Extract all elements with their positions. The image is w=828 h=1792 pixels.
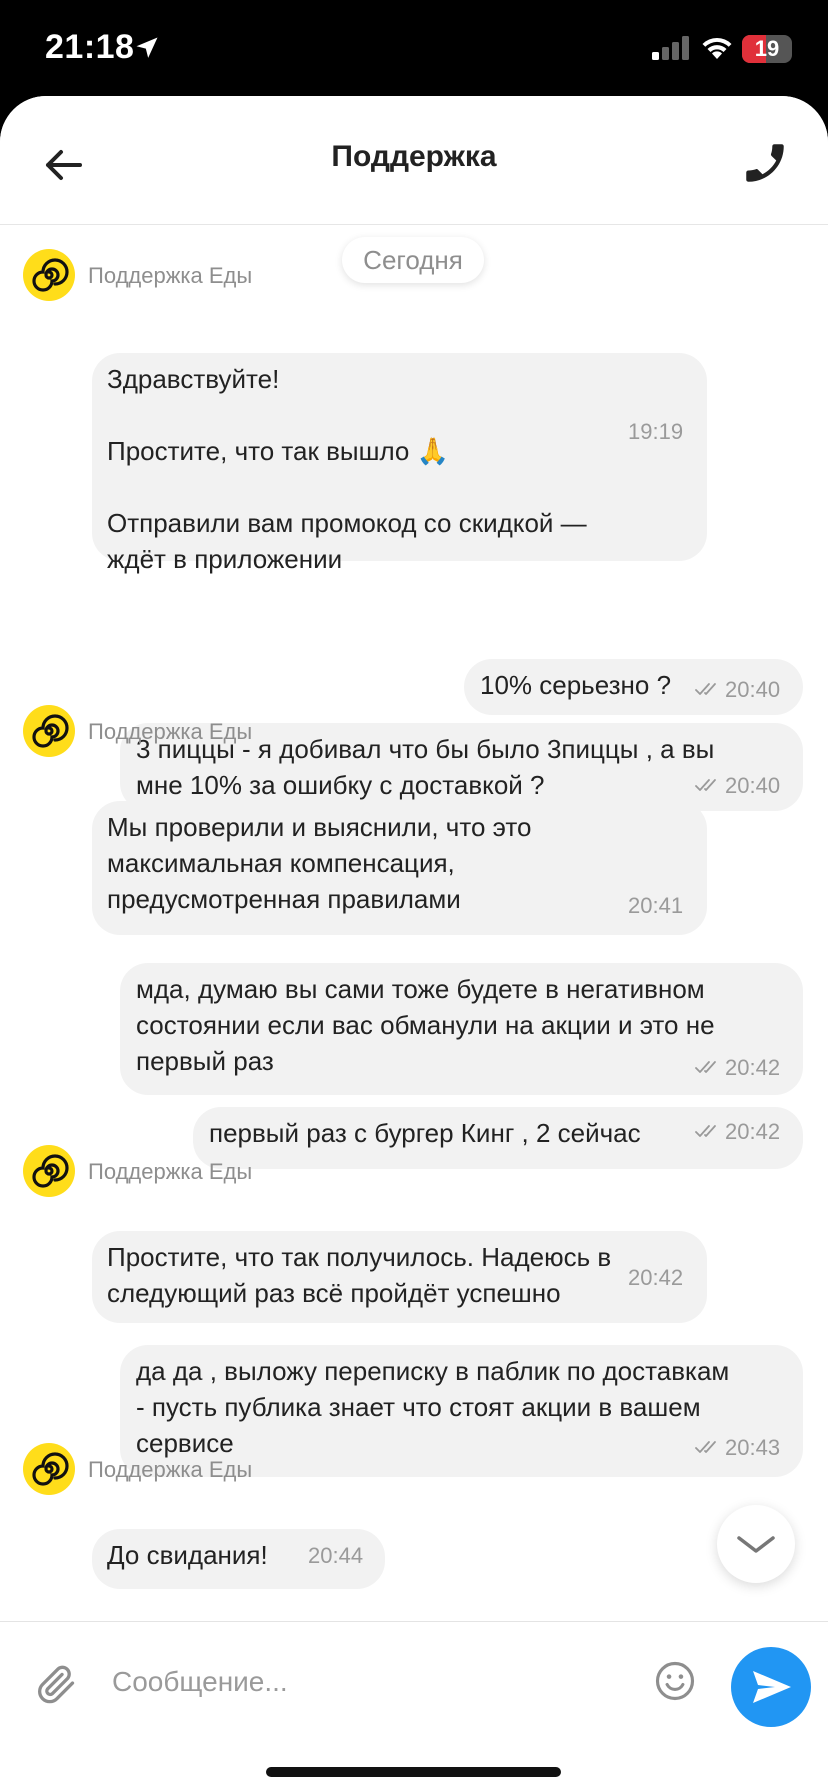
message-time: 20:40 [725,677,781,702]
chat-header: Поддержка [0,96,828,225]
page-title: Поддержка [331,140,497,173]
incoming-message[interactable]: Здравствуйте! Простите, что так вышло 🙏 … [92,353,707,574]
phone-icon[interactable] [740,138,790,188]
outgoing-message[interactable]: мда, думаю вы сами тоже будете в негатив… [120,963,803,1095]
paperclip-icon[interactable] [34,1662,78,1706]
message-input[interactable] [110,1658,634,1706]
double-check-icon [695,1061,716,1073]
double-check-icon [695,1125,716,1137]
spiral-logo-icon [32,714,69,748]
wifi-icon [702,37,732,59]
avatar [23,705,75,757]
message-time: 20:40 [725,773,781,798]
send-button[interactable] [731,1647,811,1727]
app-screen: Поддержка Сегодня Поддержка Еды Здравству… [0,96,828,1792]
spiral-logo-icon [32,1154,69,1188]
message-text: Мы проверили и выяснили, что это максима… [107,812,532,914]
battery-level: 19 [754,36,780,61]
sender-name: Поддержка Еды [88,1159,253,1184]
message-time: 20:41 [628,893,684,918]
message-time: 20:42 [628,1265,684,1290]
send-icon [753,1671,791,1703]
sender-name: Поддержка Еды [88,263,253,288]
scroll-down-button[interactable] [717,1505,795,1583]
message-time: 20:44 [308,1543,364,1568]
double-check-icon [695,1441,716,1453]
smiley-icon[interactable] [654,1660,696,1702]
home-indicator [266,1767,561,1777]
incoming-message[interactable]: Простите, что так получилось. Надеюсь в … [92,1231,707,1323]
message-text: да да , выложу переписку в паблик по дос… [136,1356,730,1458]
chevron-down-icon [737,1536,775,1553]
sender-name: Поддержка Еды [88,719,253,744]
double-check-icon [695,683,716,695]
message-time: 20:42 [725,1055,781,1080]
message-list[interactable]: Сегодня Поддержка Еды Здравствуйте! Прост… [0,225,828,1621]
avatar [23,249,75,301]
message-text: Здравствуйте! Простите, что так вышло 🙏 … [107,364,587,574]
date-separator: Сегодня [342,237,484,283]
message-text: Простите, что так получилось. Надеюсь в … [107,1242,612,1308]
double-check-icon [695,779,716,791]
avatar [23,1443,75,1495]
message-time: 19:19 [628,419,684,444]
avatar [23,1145,75,1197]
sender-name: Поддержка Еды [88,1457,253,1482]
status-bar: 21:18 19 [0,0,828,100]
message-time: 20:42 [725,1119,781,1144]
spiral-logo-icon [32,1452,69,1486]
incoming-message[interactable]: Мы проверили и выяснили, что это максима… [92,801,707,935]
cellular-signal-icon [652,36,689,60]
status-time: 21:18 [45,28,135,66]
location-arrow-icon [136,37,158,58]
message-time: 20:43 [725,1435,781,1460]
message-text: мда, думаю вы сами тоже будете в негатив… [136,974,715,1076]
battery-indicator: 19 [742,35,792,63]
spiral-logo-icon [32,258,69,292]
